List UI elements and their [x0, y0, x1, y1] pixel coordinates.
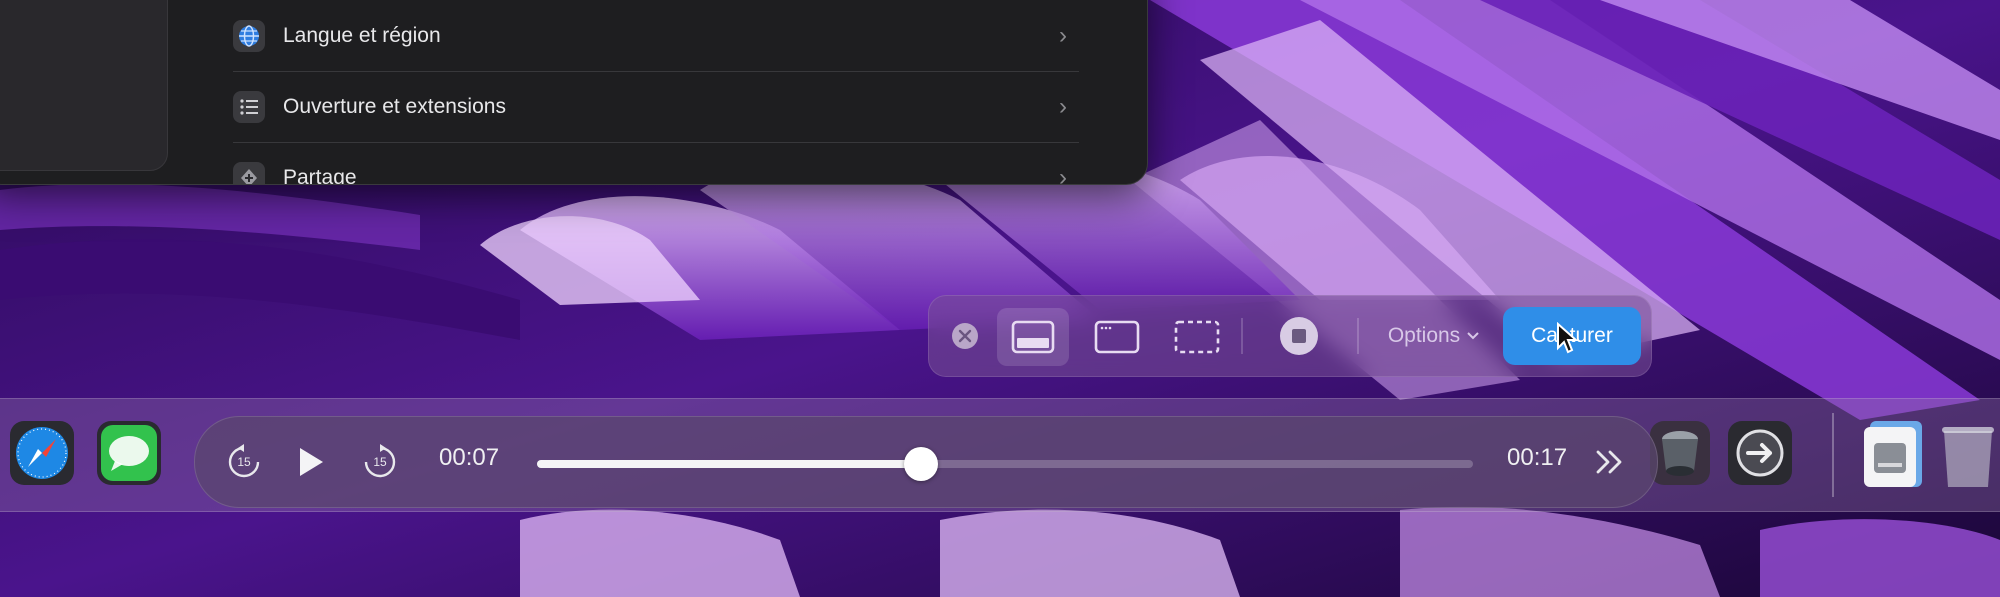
play-button[interactable]: [291, 441, 331, 483]
media-player-controls: 15 15 00:07 00:17: [194, 416, 1658, 508]
share-icon: [233, 162, 265, 184]
skip-back-label: 15: [237, 455, 251, 469]
fast-forward-button[interactable]: [1593, 445, 1627, 479]
settings-sidebar: [0, 0, 168, 171]
messages-icon[interactable]: [97, 421, 161, 490]
skip-forward-label: 15: [373, 455, 387, 469]
dock-divider: [1832, 413, 1834, 497]
toolbar-divider: [1241, 318, 1243, 354]
chevron-double-right-icon: [1596, 450, 1622, 474]
settings-item-label: Ouverture et extensions: [283, 95, 506, 118]
chevron-right-icon: ›: [1059, 93, 1067, 120]
skip-forward-15-button[interactable]: 15: [361, 443, 399, 481]
elapsed-time: 00:07: [439, 444, 500, 471]
play-icon: [300, 448, 323, 476]
safari-icon[interactable]: [10, 421, 74, 490]
trash-icon[interactable]: [1938, 423, 1998, 494]
settings-item-language-region[interactable]: Langue et région ›: [233, 1, 1079, 71]
settings-item-login-extensions[interactable]: Ouverture et extensions ›: [233, 72, 1079, 142]
close-icon[interactable]: [951, 322, 979, 350]
list-icon: [233, 91, 265, 123]
capture-window-icon: [1094, 320, 1140, 354]
settings-item-label: Langue et région: [283, 24, 441, 47]
capture-entire-screen-icon: [1011, 320, 1055, 354]
capture-window-button[interactable]: [1081, 308, 1153, 366]
skip-back-15-button[interactable]: 15: [225, 443, 263, 481]
capture-selection-button[interactable]: [1161, 308, 1233, 366]
progress-fill: [537, 460, 921, 468]
chevron-down-icon: [1467, 332, 1479, 340]
capture-entire-screen-button[interactable]: [997, 308, 1069, 366]
stop-record-icon: [1280, 317, 1318, 355]
mouse-cursor-icon: [1557, 322, 1578, 354]
options-dropdown[interactable]: Options: [1379, 316, 1489, 356]
options-label: Options: [1387, 324, 1461, 347]
stop-record-button[interactable]: [1277, 314, 1321, 358]
progress-knob[interactable]: [903, 447, 938, 481]
chevron-right-icon: ›: [1059, 22, 1067, 49]
chevron-right-icon: ›: [1059, 164, 1067, 185]
arrow-app-icon[interactable]: [1728, 421, 1792, 490]
disk-utility-icon[interactable]: [1860, 419, 1924, 494]
capture-selection-icon: [1174, 320, 1220, 354]
screenshot-toolbar: Options Capturer: [928, 295, 1652, 377]
settings-item-sharing[interactable]: Partage ›: [233, 143, 1079, 185]
dock-item-icon[interactable]: [1650, 421, 1710, 490]
settings-window: Langue et région › Ouverture et extensio…: [0, 0, 1148, 185]
total-time: 00:17: [1507, 444, 1568, 471]
settings-item-label: Partage: [283, 166, 357, 185]
globe-icon: [233, 20, 265, 52]
toolbar-divider: [1357, 318, 1359, 354]
progress-slider[interactable]: [537, 447, 1473, 481]
